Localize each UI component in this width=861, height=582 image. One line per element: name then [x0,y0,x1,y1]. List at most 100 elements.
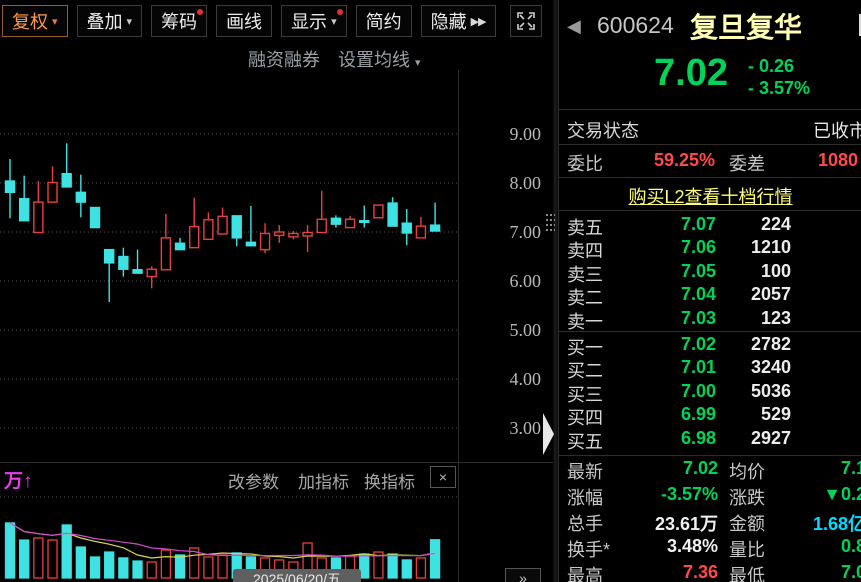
level-label: 卖一 [567,308,603,334]
level-price: 7.01 [681,357,716,378]
level-price: 7.07 [681,214,716,235]
stat-value: 7.02 [683,458,718,479]
divider-grip-icon[interactable] [545,213,555,235]
svg-text:4.00: 4.00 [510,369,542,389]
stat-row: 总手 23.61万金额 1.68亿 [559,510,861,536]
bid-row[interactable]: 买一7.022782 [559,334,861,357]
svg-text:5.00: 5.00 [510,320,542,340]
level-volume: 2782 [751,334,791,355]
date-tooltip: 2025/06/20/五 [233,569,361,582]
level-label: 买三 [567,381,603,407]
level-volume: 100 [761,261,791,282]
divider-line [559,455,861,456]
level-volume: 2057 [751,284,791,305]
svg-text:8.00: 8.00 [510,173,542,193]
trade-status-value: 已收市 [813,117,861,143]
display-button[interactable]: 显示▾ [281,5,347,37]
stat-value: 23.61万 [655,510,718,536]
stock-code: 600624 [597,12,674,39]
stat-label: 总手 [567,510,603,536]
level-label: 卖三 [567,261,603,287]
button-label: 画线 [226,8,262,34]
fullscreen-expand-icon [516,11,536,31]
button-label: 简约 [366,8,402,34]
overlay-button[interactable]: 叠加▾ [77,5,143,37]
close-indicator-button[interactable]: × [430,466,456,488]
weibi-label: 委比 [567,150,603,176]
adjust-price-button[interactable]: 复权 ▾ [2,5,68,37]
change-params-button[interactable]: 改参数 [228,468,279,493]
bid-row[interactable]: 买三7.005036 [559,381,861,404]
level-price: 7.03 [681,308,716,329]
buy-l2-link[interactable]: 购买L2查看十档行情 [559,183,861,209]
notification-dot-icon [337,9,343,15]
add-indicator-button[interactable]: 加指标 [298,468,349,493]
level-price: 6.98 [681,428,716,449]
level-label: 买二 [567,357,603,383]
margin-trading-button[interactable]: 融资融券 [248,46,320,72]
level-volume: 529 [761,404,791,425]
level-volume: 3240 [751,357,791,378]
volume-unit-label: 万↑ [4,466,33,493]
level-volume: 224 [761,214,791,235]
chart-toolbar: 复权 ▾ 叠加▾筹码画线显示▾ 简约 隐藏 ▶▶ [0,0,553,42]
stat-label: 均价 [729,458,765,484]
prev-stock-arrow-icon[interactable]: ◀ [567,16,581,37]
ask-row[interactable]: 卖五7.07224 [559,214,861,237]
button-label: 显示 [291,8,327,34]
svg-text:7.00: 7.00 [510,222,542,242]
close-icon: × [439,469,447,485]
level-label: 卖二 [567,284,603,310]
draw-line-button[interactable]: 画线 [216,5,272,37]
divider-line [559,177,861,178]
button-label: 复权 [12,8,48,34]
stat-label: 金额 [729,510,765,536]
ask-row[interactable]: 卖一 7.03 123 [559,308,861,331]
chips-button[interactable]: 筹码 [151,5,207,37]
svg-text:3.00: 3.00 [510,418,542,438]
level-price: 7.00 [681,381,716,402]
level-volume: 1210 [751,237,791,258]
stat-value: 7.0 [841,562,861,582]
stat-row: 涨幅-3.57%涨跌▼0.2 [559,484,861,510]
stat-value: 1.68亿 [813,510,861,536]
notification-dot-icon [197,9,203,15]
hide-button[interactable]: 隐藏 ▶▶ [421,5,496,37]
collapse-panel-arrow-icon[interactable] [543,413,554,455]
bid-row[interactable]: 买五6.982927 [559,428,861,451]
ma-settings-button[interactable]: 设置均线▾ [338,46,421,72]
svg-text:6.00: 6.00 [510,271,542,291]
stat-label: 最新 [567,458,603,484]
level-price: 7.05 [681,261,716,282]
button-label: 隐藏 [431,8,467,34]
level-label: 买一 [567,334,603,360]
ask-row[interactable]: 卖二7.042057 [559,284,861,307]
stat-row: 最高 7.36 最低 7.0 [559,562,861,582]
double-arrow-icon: ▶▶ [471,15,486,28]
stat-label: 涨跌 [729,484,765,510]
candlestick-chart[interactable]: 9.00 8.00 7.00 6.00 5.00 4.00 3.00 [0,70,553,462]
svg-text:9.00: 9.00 [510,124,542,144]
divider-line [559,331,861,332]
stat-label: 最高 [567,562,603,582]
switch-indicator-button[interactable]: 换指标 [364,468,415,493]
price-change: - 0.26- 3.57% [748,55,810,99]
stat-value: -3.57% [661,484,718,505]
stat-label: 最低 [729,562,765,582]
simple-mode-button[interactable]: 简约 [356,5,412,37]
stat-label: 涨幅 [567,484,603,510]
level-label: 买四 [567,404,603,430]
level-volume: 2927 [751,428,791,449]
divider-line [559,109,861,110]
fullscreen-button[interactable] [510,5,542,37]
stat-value: 7.36 [683,562,718,582]
bid-row[interactable]: 买二 7.01 3240 [559,357,861,380]
stock-name: 复旦复华 [690,6,802,46]
level-volume: 123 [761,308,791,329]
ask-row[interactable]: 卖四7.061210 [559,237,861,260]
chevron-down-icon: ▾ [52,15,58,28]
more-chevrons-button[interactable]: » [505,568,541,582]
ask-row[interactable]: 卖三 7.05 100 [559,261,861,284]
chart-subtoolbar: 融资融券 设置均线▾ [0,44,458,70]
bid-row[interactable]: 买四6.99529 [559,404,861,427]
